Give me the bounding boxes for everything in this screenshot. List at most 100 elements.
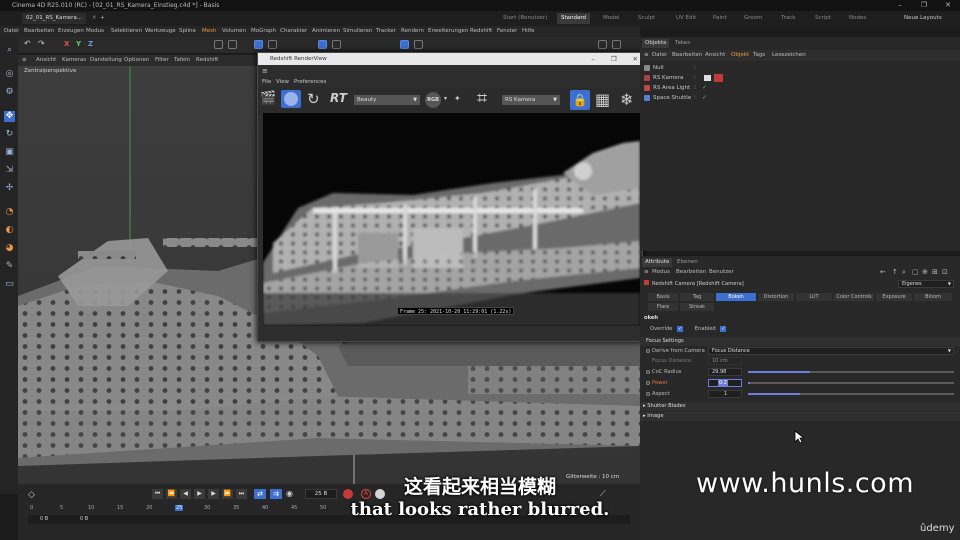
attr-tab-basis[interactable]: Basis [648,293,678,301]
focus-settings-group[interactable]: Focus Settings [640,337,960,346]
coc-radius-slider[interactable] [748,371,954,373]
viewport-menu-tafeln[interactable]: Tafeln [174,55,190,66]
objects-menu-icon[interactable]: ≡ [644,50,649,61]
objects-menu-ansicht[interactable]: Ansicht [705,50,725,61]
start-render-button[interactable] [281,90,301,108]
animation-dot-icon[interactable] [646,392,650,396]
image-group[interactable]: ▸ Image [640,412,960,421]
attr-tab-streak[interactable]: Streak [680,303,714,311]
render-image[interactable]: Frame 25: 2021-10-20 11:29:01 (1.22s) [263,113,640,326]
objects-menu-objekt[interactable]: Objekt [731,50,749,61]
aspect-field[interactable]: 1 [708,390,742,398]
attr-tab-color-controls[interactable]: Color Controls [834,293,874,301]
viewport-menu-darstellung[interactable]: Darstellung [90,55,122,66]
eraser-icon[interactable]: ▭ [4,279,15,290]
attr-tab-tag[interactable]: Tag [680,293,714,301]
menu-charakter[interactable]: Charakter [280,26,307,37]
override-checkbox[interactable]: ✓ [677,326,684,332]
enabled-checkbox[interactable]: ✓ [720,326,727,332]
viewport-menu-kameras[interactable]: Kameras [62,55,86,66]
new-tab-icon[interactable]: + [96,13,109,24]
search-icon[interactable]: ⌕ [4,45,15,56]
renderview-maximize-button[interactable]: ❐ [611,53,617,65]
derive-from-camera-dropdown[interactable]: Focus Distance ▼ [708,347,954,355]
viewport-menu-ansicht[interactable]: Ansicht [36,55,56,66]
object-row-rs-kamera[interactable]: RS Kamera ⁝ [644,73,956,83]
attributes-menu-bearbeiten[interactable]: Bearbeiten [676,267,706,277]
object-row-rs-area-light[interactable]: RS Area Light ⁝ ✓ [644,83,956,93]
enabled-check-icon[interactable]: ✓ [702,93,707,103]
rgb-button[interactable]: RGB [425,92,441,108]
menu-simulieren[interactable]: Simulieren [343,26,372,37]
tab-attribute[interactable]: Attribute [642,258,673,267]
layout-tab-track[interactable]: Track [781,13,795,24]
edge-mode-icon[interactable] [228,40,237,49]
layout-tab-nodes[interactable]: Nodes [849,13,866,24]
layout-tab-script[interactable]: Script [815,13,831,24]
layout-tab-paint[interactable]: Paint [713,13,727,24]
animation-dot-icon[interactable] [646,370,650,374]
aspect-slider[interactable] [748,393,954,395]
new-layouts-button[interactable]: Neue Layouts [904,13,942,24]
axis-y-button[interactable]: Y [76,40,85,49]
maximize-button[interactable]: ❐ [912,0,936,11]
axis-z-button[interactable]: Z [88,40,97,49]
target-icon[interactable]: ◎ [4,69,15,80]
redshift-tag-icon[interactable] [714,74,723,82]
shutter-blades-group[interactable]: ▸ Shutter Blades [640,402,960,411]
attr-tab-distortion[interactable]: Distortion [758,293,794,301]
menu-hilfe[interactable]: Hilfe [522,26,535,37]
viewport-menu-optionen[interactable]: Optionen [124,55,149,66]
tab-ebenen[interactable]: Ebenen [674,258,701,267]
attr-tab-bokeh[interactable]: Bokeh [716,293,756,301]
mode-dropdown[interactable]: Eigenes ▼ [898,280,954,288]
expand-icon[interactable]: ⊡ [942,267,948,277]
object-row-null[interactable]: Null ⁝ [644,63,956,73]
light-object-icon[interactable] [612,40,621,49]
select-tool-icon[interactable]: ✢ [4,183,15,194]
new-panel-icon[interactable]: ⊕ [922,267,928,277]
tab-takes[interactable]: Takes [672,39,693,48]
layout-tab-start[interactable]: Start (Benutzer) [503,13,547,24]
object-row-space-shuttle[interactable]: Space Shuttle ⁝ ✓ [644,93,956,103]
renderview-minimize-button[interactable]: – [591,53,594,65]
document-tab[interactable]: 02_01_RS_Kamera... [22,13,87,24]
minimize-button[interactable]: – [888,0,912,11]
menu-bearbeiten[interactable]: Bearbeiten [24,26,54,37]
tab-objekte[interactable]: Objekte [642,39,670,48]
attr-tab-flare[interactable]: Flare [648,303,678,311]
snowflake-icon[interactable]: ❄ [620,90,640,110]
undo-icon[interactable]: ↶ [24,40,33,49]
objects-menu-bearbeiten[interactable]: Bearbeiten [672,50,702,61]
objects-menu-tags[interactable]: Tags [753,50,765,61]
clapper-icon[interactable]: 🎬 [260,91,276,107]
attr-tab-lut[interactable]: LUT [796,293,832,301]
visibility-dots-icon[interactable]: ⁝ [694,83,696,93]
aov-dropdown[interactable]: Beauty ▼ [354,95,420,105]
menu-mograph[interactable]: MoGraph [251,26,276,37]
point-mode-icon[interactable] [214,40,223,49]
layout-tab-model[interactable]: Model [603,13,620,24]
rt-button[interactable]: RT [330,91,347,105]
menu-erzeugen[interactable]: Erzeugen [58,26,84,37]
lock-icon[interactable]: 🔒 [570,90,590,110]
animation-dot-icon[interactable] [646,349,650,353]
menu-werkzeuge[interactable]: Werkzeuge [145,26,176,37]
animation-dot-icon[interactable] [646,381,650,385]
viewport-menu-icon[interactable]: ≡ [22,55,27,66]
redo-icon[interactable]: ↷ [38,40,47,49]
attributes-menu-modus[interactable]: Modus [652,267,670,277]
menu-selektieren[interactable]: Selektieren [111,26,142,37]
axis-x-button[interactable]: X [64,40,73,49]
menu-datei[interactable]: Datei [4,26,19,37]
close-button[interactable]: ✕ [936,0,960,11]
viewport-menu-redshift[interactable]: Redshift [196,55,218,66]
menu-erweiterungen[interactable]: Erweiterungen [428,26,468,37]
rotate-tool-icon[interactable]: ↻ [4,129,15,140]
snap-icon[interactable] [318,40,327,49]
search-icon[interactable]: ⌕ [902,267,906,277]
objects-menu-datei[interactable]: Datei [652,50,667,61]
knife-icon[interactable]: ◐ [4,225,15,236]
layout-tab-uv-edit[interactable]: UV Edit [676,13,696,24]
crop-icon[interactable]: ⌗ [477,89,497,109]
